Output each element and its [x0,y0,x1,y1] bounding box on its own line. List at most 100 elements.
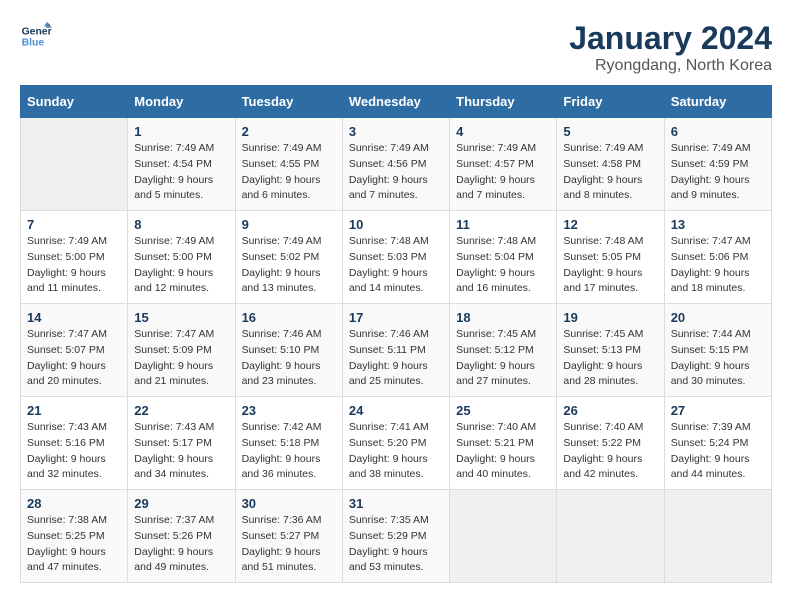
day-info: Sunrise: 7:48 AMSunset: 5:04 PMDaylight:… [456,234,550,297]
day-number: 30 [242,496,336,511]
calendar-cell: 29 Sunrise: 7:37 AMSunset: 5:26 PMDayligh… [128,490,235,583]
calendar-cell: 4 Sunrise: 7:49 AMSunset: 4:57 PMDaylight… [450,118,557,211]
day-info: Sunrise: 7:38 AMSunset: 5:25 PMDaylight:… [27,513,121,576]
day-number: 24 [349,403,443,418]
calendar-cell: 1 Sunrise: 7:49 AMSunset: 4:54 PMDaylight… [128,118,235,211]
calendar-cell: 27 Sunrise: 7:39 AMSunset: 5:24 PMDayligh… [664,397,771,490]
day-info: Sunrise: 7:46 AMSunset: 5:11 PMDaylight:… [349,327,443,390]
day-info: Sunrise: 7:43 AMSunset: 5:17 PMDaylight:… [134,420,228,483]
day-number: 12 [563,217,657,232]
day-info: Sunrise: 7:48 AMSunset: 5:05 PMDaylight:… [563,234,657,297]
day-number: 13 [671,217,765,232]
day-info: Sunrise: 7:39 AMSunset: 5:24 PMDaylight:… [671,420,765,483]
day-info: Sunrise: 7:45 AMSunset: 5:12 PMDaylight:… [456,327,550,390]
day-info: Sunrise: 7:49 AMSunset: 5:00 PMDaylight:… [134,234,228,297]
calendar-week-row: 28 Sunrise: 7:38 AMSunset: 5:25 PMDayligh… [21,490,772,583]
calendar-week-row: 7 Sunrise: 7:49 AMSunset: 5:00 PMDaylight… [21,211,772,304]
calendar-cell: 15Sunrise: 7:47 AMSunset: 5:09 PMDayligh… [128,304,235,397]
day-info: Sunrise: 7:36 AMSunset: 5:27 PMDaylight:… [242,513,336,576]
svg-text:General: General [22,26,52,37]
day-info: Sunrise: 7:45 AMSunset: 5:13 PMDaylight:… [563,327,657,390]
col-monday: Monday [128,86,235,118]
col-saturday: Saturday [664,86,771,118]
calendar-cell: 13Sunrise: 7:47 AMSunset: 5:06 PMDayligh… [664,211,771,304]
day-info: Sunrise: 7:40 AMSunset: 5:22 PMDaylight:… [563,420,657,483]
day-info: Sunrise: 7:49 AMSunset: 4:55 PMDaylight:… [242,141,336,204]
calendar-cell: 17 Sunrise: 7:46 AMSunset: 5:11 PMDayligh… [342,304,449,397]
day-number: 23 [242,403,336,418]
day-number: 9 [242,217,336,232]
location-title: Ryongdang, North Korea [569,57,772,75]
calendar-cell: 18 Sunrise: 7:45 AMSunset: 5:12 PMDayligh… [450,304,557,397]
calendar-cell: 31Sunrise: 7:35 AMSunset: 5:29 PMDayligh… [342,490,449,583]
month-title: January 2024 [569,20,772,57]
day-info: Sunrise: 7:49 AMSunset: 5:02 PMDaylight:… [242,234,336,297]
calendar-cell: 6Sunrise: 7:49 AMSunset: 4:59 PMDaylight… [664,118,771,211]
logo: General Blue [20,20,52,52]
calendar-cell: 11 Sunrise: 7:48 AMSunset: 5:04 PMDayligh… [450,211,557,304]
day-number: 28 [27,496,121,511]
calendar-cell: 30 Sunrise: 7:36 AMSunset: 5:27 PMDayligh… [235,490,342,583]
day-info: Sunrise: 7:47 AMSunset: 5:09 PMDaylight:… [134,327,228,390]
calendar-header-row: Sunday Monday Tuesday Wednesday Thursday… [21,86,772,118]
day-info: Sunrise: 7:40 AMSunset: 5:21 PMDaylight:… [456,420,550,483]
day-number: 14 [27,310,121,325]
day-number: 5 [563,124,657,139]
calendar-cell: 7 Sunrise: 7:49 AMSunset: 5:00 PMDaylight… [21,211,128,304]
day-number: 1 [134,124,228,139]
logo-icon: General Blue [20,20,52,52]
calendar-cell [664,490,771,583]
day-number: 11 [456,217,550,232]
day-info: Sunrise: 7:49 AMSunset: 4:58 PMDaylight:… [563,141,657,204]
svg-text:Blue: Blue [22,38,45,49]
day-info: Sunrise: 7:49 AMSunset: 4:56 PMDaylight:… [349,141,443,204]
day-number: 16 [242,310,336,325]
day-number: 4 [456,124,550,139]
calendar-cell [21,118,128,211]
calendar-cell [450,490,557,583]
calendar-cell: 14Sunrise: 7:47 AMSunset: 5:07 PMDayligh… [21,304,128,397]
calendar-cell: 3Sunrise: 7:49 AMSunset: 4:56 PMDaylight… [342,118,449,211]
day-number: 21 [27,403,121,418]
day-number: 18 [456,310,550,325]
calendar-cell: 5 Sunrise: 7:49 AMSunset: 4:58 PMDaylight… [557,118,664,211]
calendar-cell [557,490,664,583]
day-number: 8 [134,217,228,232]
calendar-cell: 16 Sunrise: 7:46 AMSunset: 5:10 PMDayligh… [235,304,342,397]
calendar-cell: 24 Sunrise: 7:41 AMSunset: 5:20 PMDayligh… [342,397,449,490]
calendar-cell: 19 Sunrise: 7:45 AMSunset: 5:13 PMDayligh… [557,304,664,397]
day-number: 6 [671,124,765,139]
day-info: Sunrise: 7:49 AMSunset: 4:54 PMDaylight:… [134,141,228,204]
calendar-week-row: 1 Sunrise: 7:49 AMSunset: 4:54 PMDaylight… [21,118,772,211]
day-info: Sunrise: 7:42 AMSunset: 5:18 PMDaylight:… [242,420,336,483]
calendar-cell: 10 Sunrise: 7:48 AMSunset: 5:03 PMDayligh… [342,211,449,304]
day-info: Sunrise: 7:46 AMSunset: 5:10 PMDaylight:… [242,327,336,390]
calendar-cell: 28 Sunrise: 7:38 AMSunset: 5:25 PMDayligh… [21,490,128,583]
col-tuesday: Tuesday [235,86,342,118]
day-number: 27 [671,403,765,418]
day-number: 19 [563,310,657,325]
day-info: Sunrise: 7:48 AMSunset: 5:03 PMDaylight:… [349,234,443,297]
day-info: Sunrise: 7:41 AMSunset: 5:20 PMDaylight:… [349,420,443,483]
day-info: Sunrise: 7:44 AMSunset: 5:15 PMDaylight:… [671,327,765,390]
day-info: Sunrise: 7:37 AMSunset: 5:26 PMDaylight:… [134,513,228,576]
calendar-table: Sunday Monday Tuesday Wednesday Thursday… [20,85,772,583]
calendar-cell: 26Sunrise: 7:40 AMSunset: 5:22 PMDayligh… [557,397,664,490]
day-info: Sunrise: 7:49 AMSunset: 4:57 PMDaylight:… [456,141,550,204]
calendar-cell: 9 Sunrise: 7:49 AMSunset: 5:02 PMDaylight… [235,211,342,304]
calendar-cell: 20Sunrise: 7:44 AMSunset: 5:15 PMDayligh… [664,304,771,397]
day-number: 17 [349,310,443,325]
day-number: 10 [349,217,443,232]
day-number: 29 [134,496,228,511]
day-number: 22 [134,403,228,418]
calendar-cell: 21Sunrise: 7:43 AMSunset: 5:16 PMDayligh… [21,397,128,490]
day-info: Sunrise: 7:35 AMSunset: 5:29 PMDaylight:… [349,513,443,576]
col-friday: Friday [557,86,664,118]
calendar-week-row: 14Sunrise: 7:47 AMSunset: 5:07 PMDayligh… [21,304,772,397]
day-info: Sunrise: 7:49 AMSunset: 5:00 PMDaylight:… [27,234,121,297]
calendar-cell: 23 Sunrise: 7:42 AMSunset: 5:18 PMDayligh… [235,397,342,490]
calendar-cell: 22 Sunrise: 7:43 AMSunset: 5:17 PMDayligh… [128,397,235,490]
calendar-cell: 25 Sunrise: 7:40 AMSunset: 5:21 PMDayligh… [450,397,557,490]
day-number: 7 [27,217,121,232]
day-number: 25 [456,403,550,418]
